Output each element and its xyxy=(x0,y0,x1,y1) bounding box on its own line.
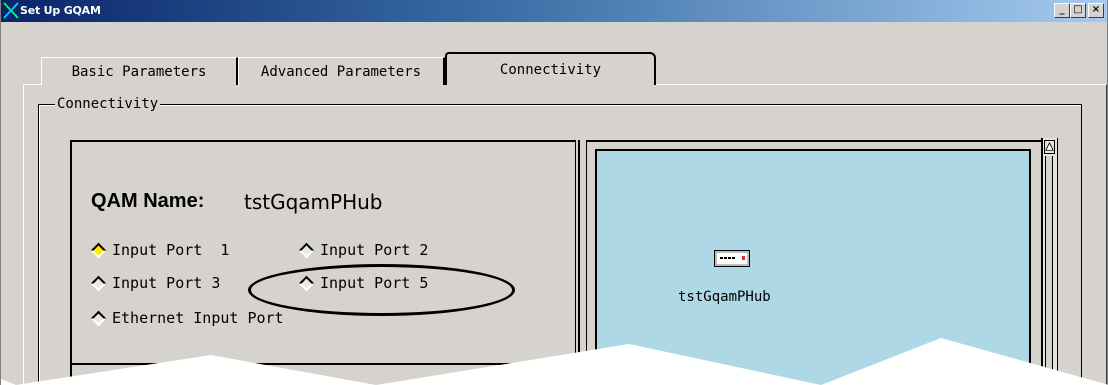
device-label: tstGqamPHub xyxy=(678,289,771,305)
radio-input-port-2[interactable]: Input Port 2 xyxy=(298,240,428,260)
minimize-button[interactable]: _ xyxy=(1054,3,1070,18)
radio-unselected-icon xyxy=(298,242,315,258)
app-x-icon xyxy=(3,2,19,19)
radio-unselected-icon xyxy=(90,310,107,326)
tab-basic-parameters[interactable]: Basic Parameters xyxy=(41,57,238,85)
radio-label: Ethernet Input Port xyxy=(112,309,284,327)
panel-divider xyxy=(72,363,575,365)
qam-device-icon[interactable] xyxy=(714,250,750,267)
scrollbar-track[interactable] xyxy=(1045,156,1053,385)
radio-ethernet-input-port[interactable]: Ethernet Input Port xyxy=(90,308,284,328)
maximize-button[interactable]: □ xyxy=(1070,3,1086,18)
tab-connectivity[interactable]: Connectivity xyxy=(445,52,656,85)
tab-advanced-parameters[interactable]: Advanced Parameters xyxy=(238,57,445,85)
window-title: Set Up GQAM xyxy=(20,4,101,17)
radio-input-port-1[interactable]: Input Port 1 xyxy=(90,240,229,260)
radio-label: Input Port 2 xyxy=(320,241,429,259)
radio-label: Input Port 3 xyxy=(112,274,221,292)
close-button[interactable]: × xyxy=(1088,3,1104,18)
groupbox-label: Connectivity xyxy=(55,96,161,112)
port-selection-panel xyxy=(70,140,576,385)
qam-name-label: QAM Name: xyxy=(91,190,205,212)
scroll-up-arrow-icon[interactable] xyxy=(1044,140,1055,154)
callout-ellipse xyxy=(248,264,515,316)
title-bar[interactable]: Set Up GQAM _ □ × xyxy=(1,0,1107,22)
connectivity-diagram-canvas[interactable] xyxy=(595,149,1031,385)
radio-unselected-icon xyxy=(90,275,107,291)
radio-selected-icon xyxy=(90,242,107,258)
qam-name-value: tstGqamPHub xyxy=(244,190,383,214)
split-separator[interactable] xyxy=(578,140,580,385)
radio-input-port-3[interactable]: Input Port 3 xyxy=(90,273,220,293)
setup-gqam-window: Set Up GQAM _ □ × Basic Parameters Advan… xyxy=(0,0,1108,385)
radio-label: Input Port 1 xyxy=(112,241,230,259)
